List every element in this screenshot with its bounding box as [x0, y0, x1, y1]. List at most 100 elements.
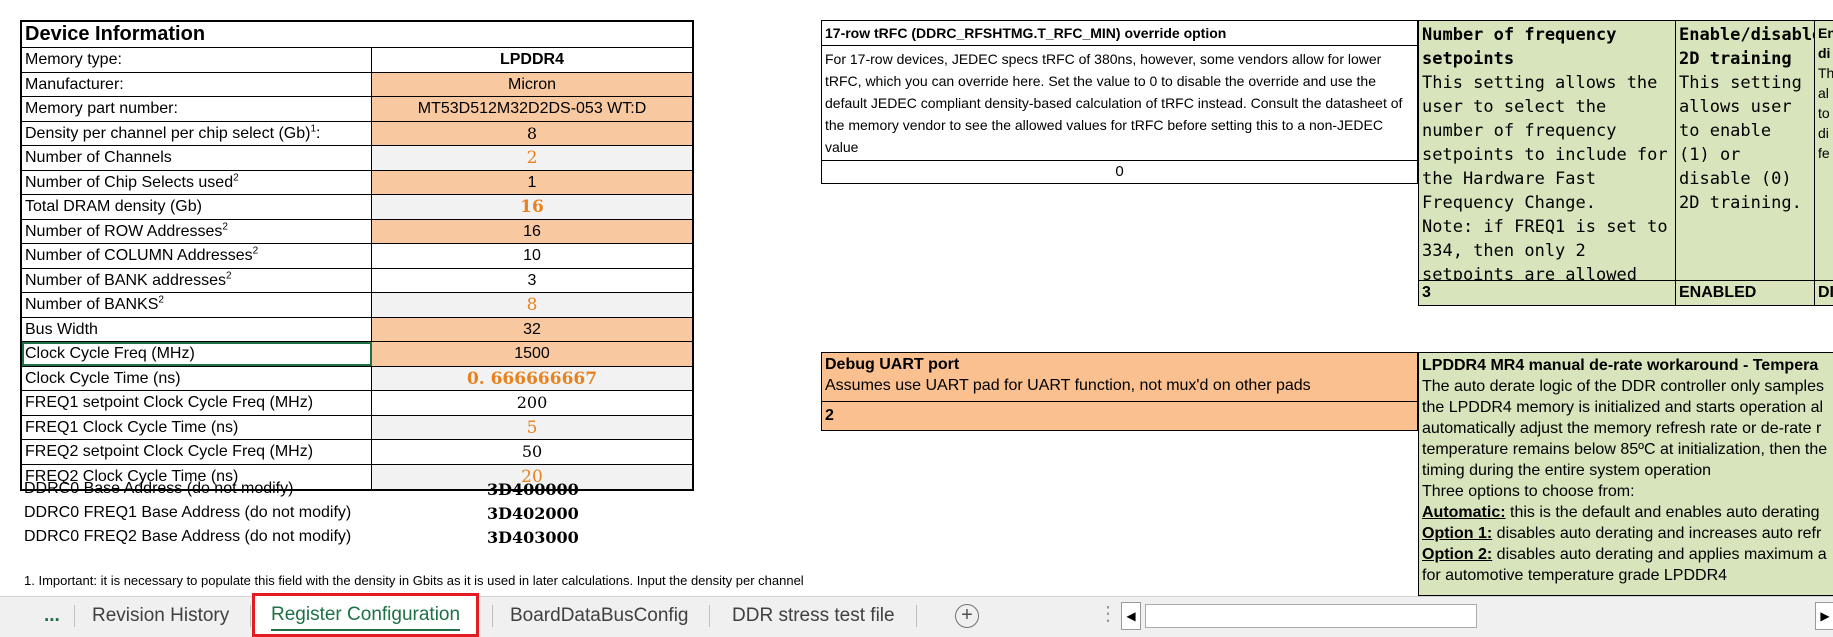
mr4-line: the LPDDR4 memory is initialized and sta… — [1422, 399, 1824, 416]
scroll-right-icon[interactable]: ▶ — [1815, 602, 1833, 630]
bank-addresses-cell[interactable]: 3 — [372, 268, 692, 292]
mr4-option: Automatic: this is the default and enabl… — [1422, 504, 1820, 521]
uart-value-cell[interactable]: 2 — [822, 402, 1417, 430]
table-row: Bus Width 32 — [22, 317, 692, 342]
row-label[interactable]: Total DRAM density (Gb) — [22, 195, 372, 219]
base-address-label[interactable]: DDRC0 FREQ2 Base Address (do not modify) — [24, 528, 351, 546]
freq2-freq-cell[interactable]: 50 — [372, 440, 692, 464]
table-row: Number of Channels 2 — [22, 146, 692, 171]
trfc-override-block: 17-row tRFC (DDRC_RFSHTMG.T_RFC_MIN) ove… — [821, 20, 1418, 184]
device-info-title: Device Information — [22, 22, 692, 48]
base-address-value[interactable]: 3D400000 — [487, 480, 579, 499]
partial-card-value[interactable]: DI — [1815, 280, 1833, 305]
freq-setpoints-card[interactable]: Number of frequency setpoints This setti… — [1418, 20, 1676, 306]
base-address-label[interactable]: DDRC0 FREQ1 Base Address (do not modify) — [24, 504, 351, 522]
horizontal-scrollbar[interactable]: ◀ ▶ — [1121, 602, 1833, 630]
selected-cell[interactable]: Clock Cycle Freq (MHz) — [22, 342, 372, 366]
table-row: Number of BANK addresses2 3 — [22, 268, 692, 293]
row-label[interactable]: Clock Cycle Time (ns) — [22, 366, 372, 390]
uart-description[interactable]: Assumes use UART pad for UART function, … — [822, 375, 1417, 402]
training-2d-title: Enable/disable 2D training — [1679, 25, 1814, 69]
tab-divider — [492, 605, 493, 627]
base-address-label[interactable]: DDRC0 Base Address (do not modify) — [24, 480, 293, 498]
row-label[interactable]: Number of Chip Selects used2 — [22, 170, 372, 194]
column-addresses-cell[interactable]: 10 — [372, 244, 692, 268]
manufacturer-cell[interactable]: Micron — [372, 72, 692, 96]
tab-board-data-bus-config[interactable]: BoardDataBusConfig — [510, 597, 689, 635]
freq1-time-cell[interactable]: 5 — [372, 415, 692, 439]
scroll-left-icon[interactable]: ◀ — [1121, 602, 1141, 630]
tab-divider — [709, 605, 710, 627]
table-row: Clock Cycle Time (ns) 0. 666666667 — [22, 366, 692, 391]
row-label[interactable]: Manufacturer: — [22, 72, 372, 96]
row-label[interactable]: Memory type: — [22, 48, 372, 72]
more-sheets-button[interactable]: ... — [44, 597, 60, 635]
bus-width-cell[interactable]: 32 — [372, 317, 692, 341]
row-label[interactable]: FREQ1 Clock Cycle Time (ns) — [22, 415, 372, 439]
memory-type-cell[interactable]: LPDDR4 — [372, 48, 692, 72]
trfc-title[interactable]: 17-row tRFC (DDRC_RFSHTMG.T_RFC_MIN) ove… — [822, 21, 1417, 46]
training-2d-value[interactable]: ENABLED — [1676, 280, 1814, 305]
part-number-cell[interactable]: MT53D512M32D2DS-053 WT:D — [372, 97, 692, 121]
row-label[interactable]: Bus Width — [22, 317, 372, 341]
partial-card[interactable]: En di Th al to di fe DI — [1814, 20, 1833, 306]
table-row: Number of Chip Selects used2 1 — [22, 170, 692, 195]
uart-title[interactable]: Debug UART port — [822, 353, 1417, 375]
base-address-value[interactable]: 3D402000 — [487, 504, 579, 523]
tab-revision-history[interactable]: Revision History — [92, 597, 229, 635]
freq-setpoints-text: Number of frequency setpoints This setti… — [1419, 21, 1675, 281]
tab-register-configuration[interactable]: Register Configuration — [252, 593, 480, 637]
tab-divider — [250, 605, 251, 627]
add-sheet-icon[interactable]: + — [955, 604, 979, 628]
mr4-line: Three options to choose from: — [1422, 483, 1635, 500]
clock-freq-cell[interactable]: 1500 — [372, 342, 692, 366]
table-row: FREQ2 setpoint Clock Cycle Freq (MHz) 50 — [22, 440, 692, 465]
table-row: Number of ROW Addresses2 16 — [22, 219, 692, 244]
tab-ddr-stress-test[interactable]: DDR stress test file — [732, 597, 895, 635]
splitter-handle-icon[interactable]: ⋮ — [1098, 601, 1118, 626]
training-2d-desc: This setting allows user to enable (1) o… — [1679, 73, 1813, 213]
footnote[interactable]: 1. Important: it is necessary to populat… — [24, 572, 824, 592]
clock-time-cell[interactable]: 0. 666666667 — [372, 366, 692, 390]
trfc-description[interactable]: For 17-row devices, JEDEC specs tRFC of … — [822, 46, 1417, 160]
mr4-option: Option 1: disables auto derating and inc… — [1422, 525, 1822, 542]
row-label[interactable]: Number of BANKS2 — [22, 293, 372, 317]
tab-divider — [74, 605, 75, 627]
partial-card-title: En di — [1818, 25, 1833, 61]
row-label[interactable]: Number of COLUMN Addresses2 — [22, 244, 372, 268]
base-address-value[interactable]: 3D403000 — [487, 528, 579, 547]
mr4-derate-block[interactable]: LPDDR4 MR4 manual de-rate workaround - T… — [1418, 352, 1833, 596]
freq-setpoints-value[interactable]: 3 — [1419, 280, 1675, 305]
row-label[interactable]: Number of ROW Addresses2 — [22, 219, 372, 243]
mr4-title: LPDDR4 MR4 manual de-rate workaround - T… — [1422, 357, 1819, 374]
row-label[interactable]: Density per channel per chip select (Gb)… — [22, 121, 372, 145]
mr4-line: temperature remains below 85ºC at initia… — [1422, 441, 1828, 458]
banks-cell[interactable]: 8 — [372, 293, 692, 317]
density-cell[interactable]: 8 — [372, 121, 692, 145]
active-tab-underline — [271, 629, 461, 631]
total-density-cell[interactable]: 16 — [372, 195, 692, 219]
row-addresses-cell[interactable]: 16 — [372, 219, 692, 243]
scrollbar-thumb[interactable] — [1145, 604, 1477, 628]
training-2d-card[interactable]: Enable/disable 2D training This setting … — [1675, 20, 1815, 306]
mr4-line: timing during the entire system operatio… — [1422, 462, 1712, 479]
row-label[interactable]: Memory part number: — [22, 97, 372, 121]
active-tab-label: Register Configuration — [271, 604, 461, 625]
tab-divider — [916, 605, 917, 627]
trfc-value-cell[interactable]: 0 — [822, 160, 1417, 183]
table-row: Total DRAM density (Gb) 16 — [22, 195, 692, 220]
row-label[interactable]: FREQ2 setpoint Clock Cycle Freq (MHz) — [22, 440, 372, 464]
table-row: Manufacturer: Micron — [22, 72, 692, 97]
table-row: Density per channel per chip select (Gb)… — [22, 121, 692, 146]
mr4-option: Option 2: disables auto derating and app… — [1422, 546, 1827, 563]
table-row: Number of COLUMN Addresses2 10 — [22, 244, 692, 269]
training-2d-text: Enable/disable 2D training This setting … — [1676, 21, 1814, 281]
freq1-freq-cell[interactable]: 200 — [372, 391, 692, 415]
mr4-line: The auto derate logic of the DDR control… — [1422, 378, 1824, 395]
row-label[interactable]: FREQ1 setpoint Clock Cycle Freq (MHz) — [22, 391, 372, 415]
row-label[interactable]: Number of BANK addresses2 — [22, 268, 372, 292]
row-label[interactable]: Number of Channels — [22, 146, 372, 170]
channels-cell[interactable]: 2 — [372, 146, 692, 170]
chip-selects-cell[interactable]: 1 — [372, 170, 692, 194]
mr4-line: automatically adjust the memory refresh … — [1422, 420, 1822, 437]
